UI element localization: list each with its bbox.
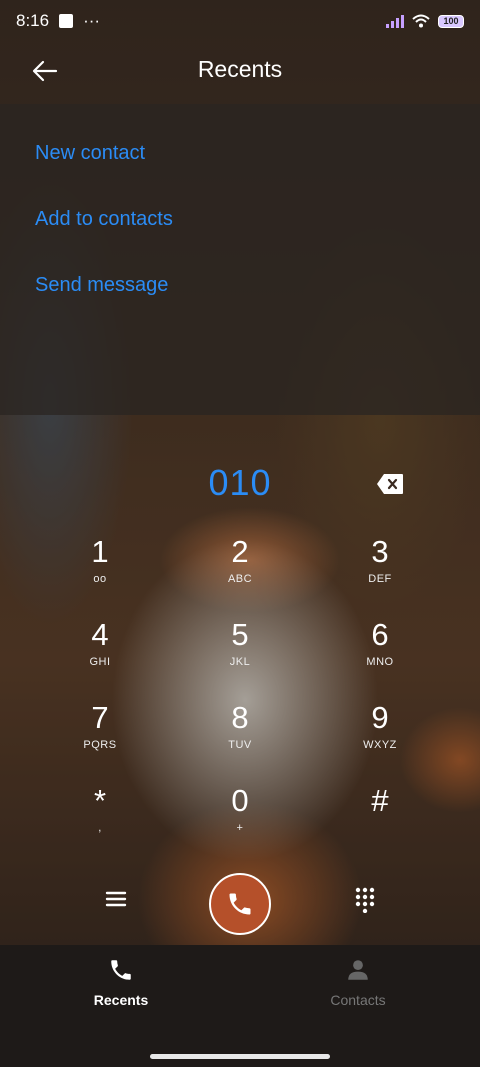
send-message-button[interactable]: Send message (35, 274, 168, 297)
key-digit: 2 (231, 534, 249, 569)
key-letters: + (236, 822, 244, 834)
key-letters: ABC (227, 573, 253, 585)
status-time: 8:16 (16, 11, 50, 30)
key-6[interactable]: 6 MNO (330, 618, 430, 688)
key-digit: 1 (91, 534, 109, 569)
notification-icon (59, 14, 74, 28)
key-8[interactable]: 8 TUV (190, 701, 290, 771)
key-0[interactable]: 0 + (190, 784, 290, 854)
person-icon (348, 960, 368, 980)
status-left: 8:16 ··· (16, 11, 100, 31)
menu-icon[interactable] (104, 887, 128, 911)
key-digit: 8 (231, 700, 249, 735)
key-letters: PQRS (83, 739, 117, 751)
key-letters: DEF (368, 573, 392, 585)
dialed-number: 010 (208, 462, 272, 503)
app-header: Recents (0, 48, 480, 92)
key-digit: 0 (231, 783, 249, 818)
key-letters: TUV (228, 739, 252, 751)
key-digit: 9 (371, 700, 389, 735)
status-bar: 8:16 ··· 100 (0, 0, 480, 42)
key-digit: 3 (371, 534, 389, 569)
more-notifications-icon: ··· (83, 11, 101, 30)
key-letters: JKL (229, 656, 251, 668)
dialpad-icon[interactable] (355, 887, 375, 913)
key-star[interactable]: * , (50, 784, 150, 854)
wifi-icon (412, 14, 430, 28)
key-2[interactable]: 2 ABC (190, 535, 290, 605)
key-digit: 4 (91, 617, 109, 652)
key-letters: MNO (366, 656, 394, 668)
phone-icon (111, 960, 131, 980)
voicemail-icon: ᴏᴏ (93, 573, 107, 585)
battery-icon: 100 (438, 14, 464, 28)
key-digit: # (371, 783, 389, 818)
status-right: 100 (386, 14, 464, 28)
key-digit: * (93, 783, 107, 818)
page-title: Recents (197, 56, 283, 82)
key-digit: 6 (371, 617, 389, 652)
key-digit: 7 (91, 700, 109, 735)
key-letters: WXYZ (363, 739, 397, 751)
key-digit: 5 (231, 617, 249, 652)
add-to-contacts-button[interactable]: Add to contacts (35, 208, 173, 231)
backspace-icon[interactable] (376, 473, 404, 495)
key-5[interactable]: 5 JKL (190, 618, 290, 688)
key-hash[interactable]: # (330, 784, 430, 854)
tab-contacts-label: Contacts (330, 992, 386, 1008)
tab-recents-label: Recents (93, 992, 149, 1008)
tab-contacts[interactable]: Contacts (298, 957, 418, 1008)
home-indicator[interactable] (150, 1054, 330, 1059)
call-button[interactable] (209, 873, 271, 935)
phone-icon (229, 893, 251, 915)
key-9[interactable]: 9 WXYZ (330, 701, 430, 771)
key-7[interactable]: 7 PQRS (50, 701, 150, 771)
tab-recents[interactable]: Recents (61, 957, 181, 1008)
new-contact-button[interactable]: New contact (35, 142, 145, 165)
signal-icon (386, 14, 404, 28)
key-letters: GHI (89, 656, 111, 668)
key-letters: , (98, 822, 102, 834)
key-3[interactable]: 3 DEF (330, 535, 430, 605)
bottom-nav: Recents Contacts (0, 945, 480, 1067)
key-4[interactable]: 4 GHI (50, 618, 150, 688)
key-1[interactable]: 1 ᴏᴏ (50, 535, 150, 605)
